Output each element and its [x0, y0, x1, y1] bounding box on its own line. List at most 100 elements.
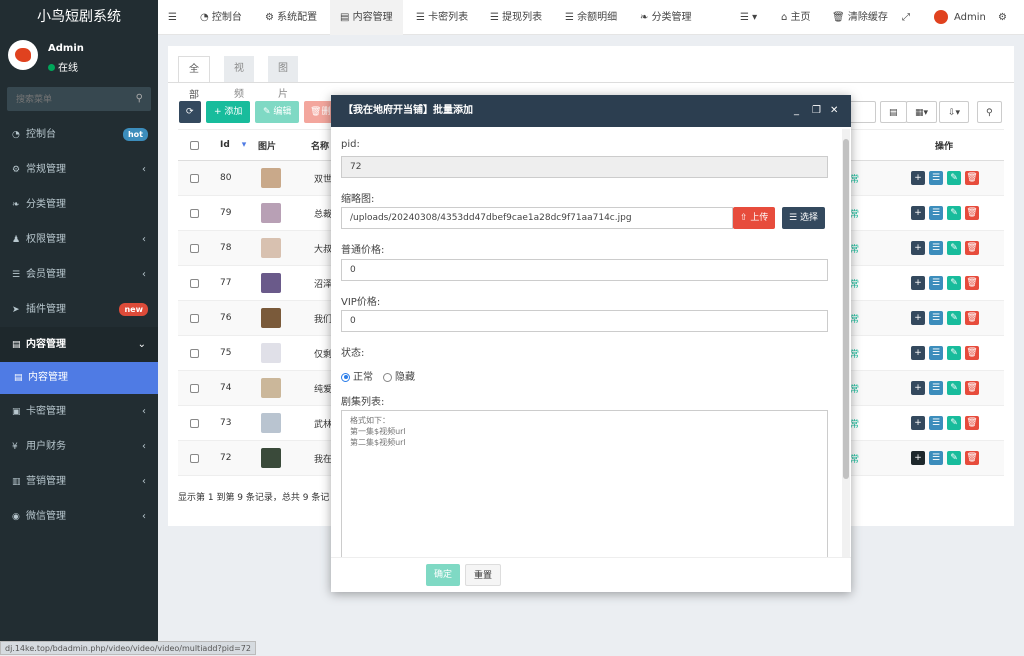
toggle-view-icon[interactable]: ▤	[880, 101, 907, 123]
drag-plus-icon[interactable]: +	[911, 451, 925, 465]
menu-dropdown-icon[interactable]: ☰ ▾	[740, 0, 757, 35]
edit-icon[interactable]: ✎	[947, 381, 961, 395]
drag-plus-icon[interactable]: +	[911, 346, 925, 360]
delete-icon[interactable]: 🗑	[965, 346, 979, 360]
maximize-icon[interactable]: ❐	[812, 95, 821, 127]
price-field[interactable]: 0	[341, 259, 828, 281]
status-normal-radio[interactable]: 正常	[341, 368, 373, 383]
drag-plus-icon[interactable]: +	[911, 416, 925, 430]
sidebar-item-content[interactable]: ▤ 内容管理 ⌄	[0, 327, 158, 362]
checkbox-box[interactable]	[190, 418, 199, 428]
search-toggle-icon[interactable]: ⚲	[977, 101, 1002, 123]
edit-icon[interactable]: ✎	[947, 416, 961, 430]
fullscreen-icon[interactable]: ⤢	[902, 0, 910, 35]
row-checkbox[interactable]	[190, 161, 199, 195]
edit-icon[interactable]: ✎	[947, 451, 961, 465]
sidebar-item-finance[interactable]: ¥ 用户财务 ‹	[0, 429, 158, 464]
radio-icon[interactable]	[383, 372, 392, 382]
edit-button[interactable]: ✎ 编辑	[255, 101, 300, 123]
sidebar-item-marketing[interactable]: ▥ 营销管理 ‹	[0, 464, 158, 499]
sidebar-item-card[interactable]: ▣ 卡密管理 ‹	[0, 394, 158, 429]
row-checkbox[interactable]	[190, 371, 199, 405]
search-icon[interactable]: ⚲	[136, 93, 143, 104]
sidebar-item-general[interactable]: ⚙ 常规管理 ‹	[0, 152, 158, 187]
delete-icon[interactable]: 🗑	[965, 311, 979, 325]
radio-selected-icon[interactable]	[341, 372, 350, 382]
upload-button[interactable]: ⇧ 上传	[733, 207, 776, 229]
sidebar-item-member[interactable]: ☰ 会员管理 ‹	[0, 257, 158, 292]
select-button[interactable]: ☰ 选择	[782, 207, 825, 229]
sidebar-item-plugin[interactable]: ➤ 插件管理 new	[0, 292, 158, 327]
nav-tab-config[interactable]: ⚙ 系统配置	[265, 0, 317, 35]
pid-field[interactable]: 72	[341, 156, 828, 178]
sort-icon[interactable]: ▾	[242, 140, 247, 150]
list-icon[interactable]: ☰	[929, 416, 943, 430]
menu-search[interactable]: ⚲	[7, 87, 151, 111]
row-checkbox[interactable]	[190, 301, 199, 335]
refresh-button[interactable]: ⟳	[179, 101, 201, 123]
sidebar-item-category[interactable]: ❧ 分类管理	[0, 187, 158, 222]
sidebar-subitem-content[interactable]: ▤ 内容管理	[0, 362, 158, 394]
checkbox-box[interactable]	[190, 208, 199, 218]
tab-all[interactable]: 全部	[178, 56, 210, 101]
delete-icon[interactable]: 🗑	[965, 416, 979, 430]
sidebar-toggle-icon[interactable]: ☰	[168, 0, 177, 35]
drag-plus-icon[interactable]: +	[911, 276, 925, 290]
checkbox-box[interactable]	[190, 140, 199, 150]
drag-plus-icon[interactable]: +	[911, 311, 925, 325]
row-checkbox[interactable]	[190, 406, 199, 440]
minimize-icon[interactable]: _	[794, 95, 799, 127]
modal-scrollbar[interactable]	[842, 129, 850, 557]
delete-icon[interactable]: 🗑	[965, 451, 979, 465]
delete-icon[interactable]: 🗑	[965, 381, 979, 395]
edit-icon[interactable]: ✎	[947, 276, 961, 290]
reset-button[interactable]: 重置	[465, 564, 502, 586]
list-icon[interactable]: ☰	[929, 381, 943, 395]
row-checkbox[interactable]	[190, 336, 199, 370]
edit-icon[interactable]: ✎	[947, 206, 961, 220]
list-icon[interactable]: ☰	[929, 311, 943, 325]
nav-clear-cache[interactable]: 🗑 清除缓存	[832, 0, 888, 35]
list-icon[interactable]: ☰	[929, 241, 943, 255]
row-checkbox[interactable]	[190, 231, 199, 265]
sidebar-item-dashboard[interactable]: ◔ 控制台 hot	[0, 117, 158, 152]
drag-plus-icon[interactable]: +	[911, 171, 925, 185]
nav-tab-content[interactable]: ▤ 内容管理	[330, 0, 403, 35]
delete-icon[interactable]: 🗑	[965, 241, 979, 255]
episodes-textarea[interactable]	[341, 410, 828, 557]
list-icon[interactable]: ☰	[929, 346, 943, 360]
scrollbar-thumb[interactable]	[843, 139, 849, 479]
add-button[interactable]: + 添加	[206, 101, 251, 123]
thumb-field[interactable]: /uploads/20240308/4353dd47dbef9cae1a28dc…	[341, 207, 733, 229]
delete-icon[interactable]: 🗑	[965, 171, 979, 185]
edit-icon[interactable]: ✎	[947, 346, 961, 360]
edit-icon[interactable]: ✎	[947, 311, 961, 325]
nav-tab-balance[interactable]: ☰ 余额明细	[565, 0, 617, 35]
checkbox-box[interactable]	[190, 173, 199, 183]
col-id[interactable]: Id ▾	[220, 130, 246, 160]
list-icon[interactable]: ☰	[929, 171, 943, 185]
checkbox-box[interactable]	[190, 453, 199, 463]
nav-admin[interactable]: Admin	[934, 0, 986, 35]
checkbox-box[interactable]	[190, 348, 199, 358]
confirm-button[interactable]: 确定	[426, 564, 461, 586]
menu-search-input[interactable]	[7, 87, 151, 111]
drag-plus-icon[interactable]: +	[911, 206, 925, 220]
checkbox-box[interactable]	[190, 383, 199, 393]
delete-icon[interactable]: 🗑	[965, 276, 979, 290]
checkbox-box[interactable]	[190, 313, 199, 323]
export-dropdown-icon[interactable]: ⇩▾	[939, 101, 970, 123]
row-checkbox[interactable]	[190, 196, 199, 230]
nav-tab-cardlist[interactable]: ☰ 卡密列表	[416, 0, 468, 35]
settings-gear-icon[interactable]: ⚙	[998, 0, 1007, 35]
row-checkbox[interactable]	[190, 441, 199, 475]
sidebar-item-auth[interactable]: ♟ 权限管理 ‹	[0, 222, 158, 257]
close-icon[interactable]: ✕	[830, 95, 838, 127]
list-icon[interactable]: ☰	[929, 206, 943, 220]
nav-tab-category[interactable]: ❧ 分类管理	[640, 0, 692, 35]
checkbox-box[interactable]	[190, 243, 199, 253]
select-all-checkbox[interactable]	[190, 130, 199, 160]
list-icon[interactable]: ☰	[929, 276, 943, 290]
sidebar-item-wechat[interactable]: ◉ 微信管理 ‹	[0, 499, 158, 534]
edit-icon[interactable]: ✎	[947, 241, 961, 255]
